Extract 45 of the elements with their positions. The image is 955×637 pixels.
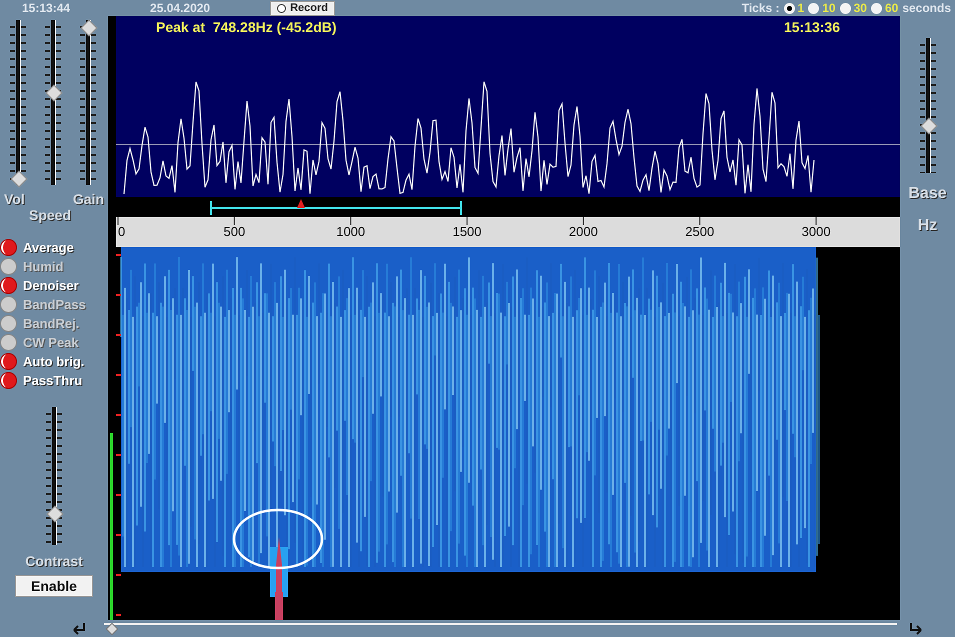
slider-label: Contrast <box>25 553 83 569</box>
ruler-label: 1500 <box>452 224 482 239</box>
slider-thumb[interactable] <box>46 84 60 99</box>
record-button[interactable]: Record <box>270 0 336 16</box>
toggle-option[interactable]: PassThru <box>0 372 108 389</box>
toggle-option[interactable]: BandRej. <box>0 315 108 332</box>
slider-thumb[interactable] <box>81 20 95 34</box>
toggle-option[interactable]: Denoiser <box>0 277 108 294</box>
tick-option[interactable]: 1 <box>784 1 804 15</box>
toggle-option[interactable]: Auto brig. <box>0 353 108 370</box>
ruler-label: 3000 <box>802 224 831 239</box>
clock-time: 15:13:44 <box>22 1 70 15</box>
horizontal-scrollbar[interactable] <box>104 622 897 634</box>
radio-icon[interactable] <box>870 2 882 14</box>
tick-option[interactable]: 60 <box>870 1 898 15</box>
ruler-label: 0 <box>118 224 126 239</box>
toggle-option[interactable]: CW Peak <box>0 334 108 351</box>
date-text: 25.04.2020 <box>150 1 210 15</box>
ruler-label: 2500 <box>685 224 714 239</box>
slider-label: Vol <box>4 191 25 207</box>
ruler-label: 500 <box>224 224 246 239</box>
slider-label: Gain <box>72 191 104 207</box>
enable-button[interactable]: Enable <box>15 575 93 597</box>
slider-thumb[interactable] <box>11 171 25 185</box>
ruler-label: 1000 <box>336 224 366 239</box>
unit-label: seconds <box>902 1 951 15</box>
slider-thumb[interactable] <box>920 118 934 132</box>
radio-icon[interactable] <box>808 2 820 14</box>
passband-marker[interactable] <box>210 199 462 215</box>
toggle-option[interactable]: Average <box>0 239 108 256</box>
unit-label: Hz <box>918 217 938 235</box>
radio-icon[interactable] <box>784 2 795 14</box>
tick-option[interactable]: 30 <box>840 1 867 15</box>
slider-label: Base <box>908 185 947 203</box>
radio-icon[interactable] <box>840 2 851 14</box>
ruler-label: 2000 <box>568 224 598 239</box>
slider-thumb[interactable] <box>47 506 61 520</box>
slider-label: Speed <box>28 207 71 223</box>
scroll-thumb[interactable] <box>106 622 118 634</box>
peak-readout: Peak at 748.28Hz (-45.2dB) <box>156 19 337 35</box>
spectrum-time: 15:13:36 <box>784 19 840 35</box>
tick-option[interactable]: 10 <box>808 1 836 15</box>
toggle-option[interactable]: Humid <box>0 258 108 275</box>
ticks-label: Ticks : <box>742 1 780 15</box>
toggle-option[interactable]: BandPass <box>0 296 108 313</box>
